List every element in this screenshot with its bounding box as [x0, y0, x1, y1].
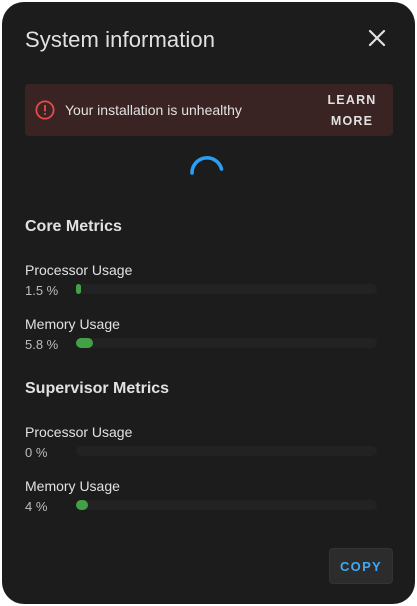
supervisor-processor-bar — [76, 446, 377, 456]
copy-button[interactable]: COPY — [329, 548, 393, 584]
supervisor-processor-value: 0 % — [25, 445, 48, 460]
core-processor-value: 1.5 % — [25, 283, 59, 298]
core-memory-bar-fill — [76, 338, 94, 348]
learn-more-line1: LEARN — [327, 93, 377, 107]
supervisor-metrics-heading: Supervisor Metrics — [25, 380, 170, 397]
system-information-dialog: System information Your installation is … — [2, 2, 415, 604]
learn-more-line2: MORE — [330, 114, 374, 128]
close-icon — [368, 29, 386, 47]
alert-circle-icon — [35, 100, 55, 120]
core-memory-bar — [76, 338, 377, 348]
core-metrics-heading: Core Metrics — [25, 218, 122, 235]
supervisor-memory-value: 4 % — [25, 499, 48, 514]
dialog-title: System information — [25, 27, 216, 52]
supervisor-memory-bar-fill — [76, 500, 89, 510]
spinner-icon — [190, 156, 224, 175]
supervisor-processor-label: Processor Usage — [25, 424, 133, 440]
core-processor-bar-fill — [76, 284, 81, 294]
core-memory-label: Memory Usage — [25, 316, 120, 332]
learn-more-button[interactable]: LEARN MORE — [321, 92, 383, 130]
supervisor-memory-label: Memory Usage — [25, 478, 120, 494]
unhealthy-alert: Your installation is unhealthy LEARN MOR… — [25, 84, 393, 136]
core-processor-label: Processor Usage — [25, 262, 133, 278]
close-button[interactable] — [363, 24, 391, 52]
core-memory-value: 5.8 % — [25, 337, 59, 352]
alert-message: Your installation is unhealthy — [65, 102, 242, 118]
supervisor-memory-bar — [76, 500, 377, 510]
core-processor-bar — [76, 284, 377, 294]
